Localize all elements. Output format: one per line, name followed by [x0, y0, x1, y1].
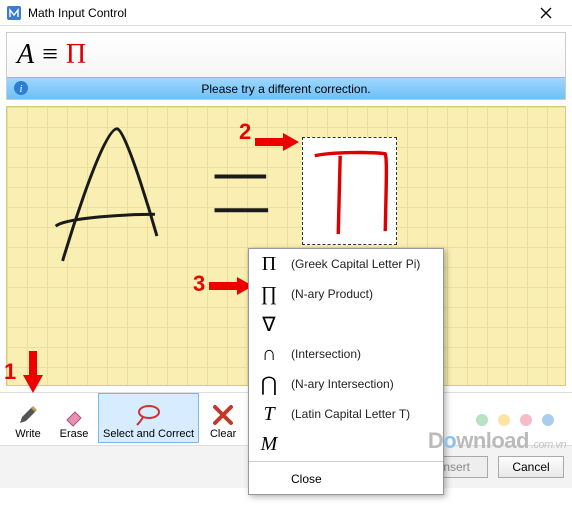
- popup-item-desc: (Intersection): [291, 347, 361, 361]
- write-label: Write: [15, 428, 40, 440]
- erase-label: Erase: [60, 428, 89, 440]
- popup-divider: [249, 461, 443, 462]
- close-icon: [540, 7, 552, 19]
- correction-popup: Π (Greek Capital Letter Pi) ∏ (N-ary Pro…: [248, 248, 444, 495]
- popup-item-desc: (Greek Capital Letter Pi): [291, 257, 420, 271]
- popup-item-desc: (Latin Capital Letter T): [291, 407, 410, 421]
- write-tool[interactable]: Write: [6, 393, 50, 443]
- annotation-2: 2: [239, 129, 301, 155]
- popup-item-desc: (N-ary Product): [291, 287, 373, 301]
- greek-pi-symbol: Π: [257, 253, 281, 276]
- erase-tool[interactable]: Erase: [52, 393, 96, 443]
- popup-item-latin-t[interactable]: T (Latin Capital Letter T): [249, 399, 443, 429]
- preview-symbol-pi: Π: [66, 39, 86, 71]
- preview-symbol-a: A: [17, 39, 34, 71]
- annotation-3-number: 3: [193, 271, 205, 297]
- clear-tool[interactable]: Clear: [201, 393, 245, 443]
- eraser-icon: [62, 402, 86, 428]
- status-bar: i Please try a different correction.: [7, 77, 565, 99]
- popup-item-desc: (N-ary Intersection): [291, 377, 394, 391]
- app-icon: [6, 5, 22, 21]
- clear-label: Clear: [210, 428, 236, 440]
- cancel-label: Cancel: [512, 460, 549, 474]
- preview-panel: A ≡ Π i Please try a different correctio…: [6, 32, 566, 100]
- ink-selection[interactable]: [302, 137, 397, 245]
- arrow-icon: [253, 131, 301, 153]
- intersection-symbol: ∩: [257, 343, 281, 366]
- arrow-down-icon: [18, 349, 48, 395]
- window-close-button[interactable]: [526, 0, 566, 25]
- svg-text:i: i: [19, 83, 22, 95]
- popup-item-nary-product[interactable]: ∏ (N-ary Product): [249, 279, 443, 309]
- popup-item-latin-m[interactable]: M: [249, 429, 443, 459]
- pen-icon: [16, 402, 40, 428]
- popup-item-pi[interactable]: Π (Greek Capital Letter Pi): [249, 249, 443, 279]
- popup-item-nary-intersection[interactable]: ⋂ (N-ary Intersection): [249, 369, 443, 399]
- clear-icon: [212, 402, 234, 428]
- math-preview: A ≡ Π: [7, 33, 565, 77]
- title-bar: Math Input Control: [0, 0, 572, 26]
- latin-t-symbol: T: [257, 403, 281, 426]
- popup-close[interactable]: Close: [249, 464, 443, 494]
- info-icon: i: [13, 80, 29, 96]
- nabla-symbol: ∇: [257, 312, 281, 337]
- nary-intersection-symbol: ⋂: [257, 372, 281, 397]
- popup-item-nabla[interactable]: ∇: [249, 309, 443, 339]
- nary-product-symbol: ∏: [257, 283, 281, 306]
- selected-ink-pi: [303, 138, 396, 244]
- select-correct-label: Select and Correct: [103, 428, 194, 440]
- annotation-1: 1: [4, 349, 48, 395]
- annotation-3: 3: [193, 273, 255, 299]
- insert-label: Insert: [440, 460, 470, 474]
- status-message: Please try a different correction.: [201, 82, 370, 96]
- window-title: Math Input Control: [28, 6, 526, 20]
- preview-symbol-equiv: ≡: [42, 39, 58, 71]
- popup-close-label: Close: [291, 472, 322, 486]
- popup-item-intersection[interactable]: ∩ (Intersection): [249, 339, 443, 369]
- annotation-1-number: 1: [4, 359, 16, 385]
- lasso-icon: [135, 402, 163, 428]
- select-and-correct-tool[interactable]: Select and Correct: [98, 393, 199, 443]
- latin-m-symbol: M: [257, 433, 281, 456]
- annotation-2-number: 2: [239, 119, 251, 145]
- cancel-button[interactable]: Cancel: [498, 456, 564, 478]
